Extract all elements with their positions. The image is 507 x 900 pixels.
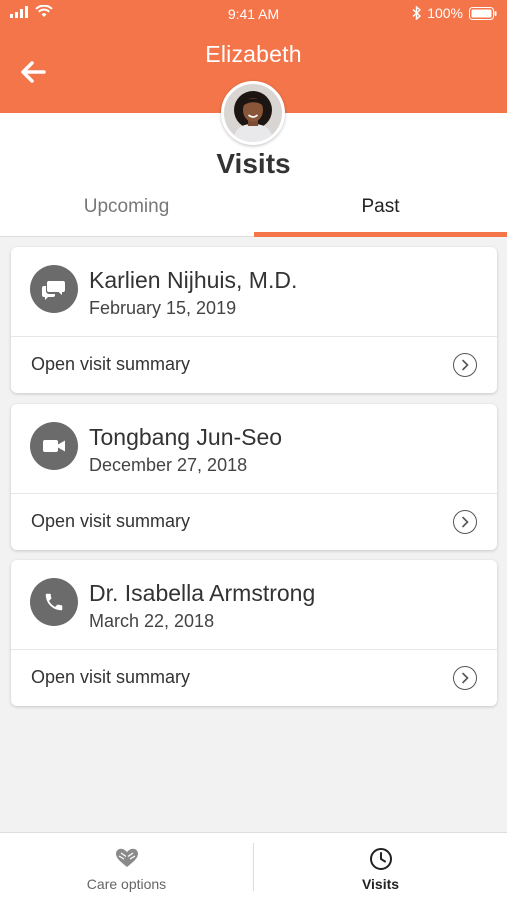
battery-group: 100% (412, 5, 497, 21)
clock-icon (369, 848, 392, 870)
visit-type-badge (30, 422, 78, 470)
nav-care-options-label: Care options (86, 876, 167, 892)
page-title: Visits (216, 148, 291, 179)
active-tab-indicator (254, 232, 507, 237)
nav-care-options[interactable]: Care options (0, 833, 253, 900)
visit-date: February 15, 2019 (89, 298, 237, 318)
bottom-nav: Care options Visits (0, 832, 507, 900)
avatar (221, 81, 285, 145)
open-visit-summary-label: Open visit summary (31, 667, 191, 687)
status-bar: 9:41 AM 100% (0, 0, 507, 28)
open-visit-summary-label: Open visit summary (31, 511, 191, 531)
visit-date: March 22, 2018 (89, 611, 215, 631)
chat-bubbles-icon (42, 281, 65, 300)
visit-card: Tongbang Jun-Seo December 27, 2018 Open … (11, 404, 497, 550)
chevron-right-icon (453, 353, 477, 377)
phone-icon (45, 593, 63, 611)
nav-visits-label: Visits (361, 876, 400, 892)
open-visit-summary-label: Open visit summary (31, 354, 191, 374)
chevron-right-icon (453, 510, 477, 534)
video-camera-icon (43, 440, 65, 452)
heart-hands-icon (115, 848, 138, 867)
tab-past[interactable]: Past (254, 196, 507, 218)
bluetooth-icon (412, 6, 422, 20)
visit-date: December 27, 2018 (89, 455, 248, 475)
header-title: Elizabeth (205, 41, 302, 67)
open-visit-summary-button[interactable]: Open visit summary (11, 650, 497, 706)
battery-icon (469, 6, 497, 20)
nav-visits[interactable]: Visits (254, 833, 507, 900)
avatar-image (224, 84, 282, 142)
visit-card: Karlien Nijhuis, M.D. February 15, 2019 … (11, 247, 497, 393)
visit-type-badge (30, 265, 78, 313)
visit-card: Dr. Isabella Armstrong March 22, 2018 Op… (11, 560, 497, 706)
visit-provider-name: Dr. Isabella Armstrong (89, 580, 316, 606)
open-visit-summary-button[interactable]: Open visit summary (11, 494, 497, 550)
visit-provider-name: Karlien Nijhuis, M.D. (89, 267, 298, 293)
chevron-right-icon (453, 666, 477, 690)
tab-upcoming[interactable]: Upcoming (0, 196, 253, 218)
battery-percent: 100% (427, 5, 463, 21)
visit-provider-name: Tongbang Jun-Seo (89, 424, 283, 450)
visit-type-badge (30, 578, 78, 626)
open-visit-summary-button[interactable]: Open visit summary (11, 337, 497, 393)
